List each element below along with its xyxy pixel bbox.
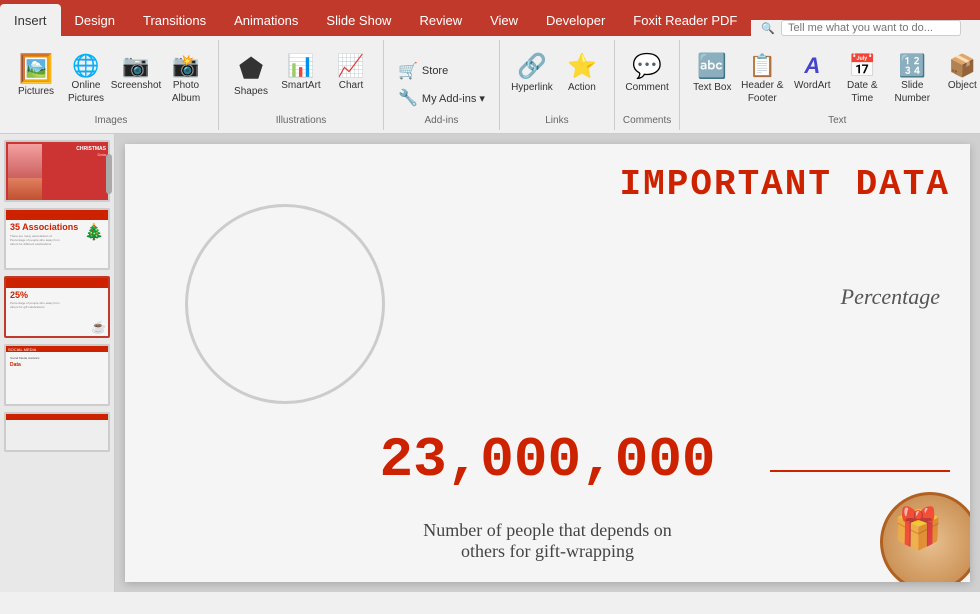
my-addins-icon: 🔧 (398, 88, 418, 108)
ribbon-group-images: 🖼️ Pictures 🌐 Online Pictures 📷 Screensh… (4, 40, 219, 130)
pictures-button[interactable]: 🖼️ Pictures (12, 51, 60, 111)
text-group-label: Text (828, 115, 846, 126)
slide-percentage: Percentage (841, 284, 940, 310)
textbox-icon: 🔤 (697, 55, 727, 79)
my-addins-label: My Add-ins ▾ (422, 92, 485, 105)
chart-label: Chart (339, 79, 363, 92)
slide-number: 23,000,000 (379, 428, 715, 492)
slide-content: IMPORTANT DATA Percentage 23,000,000 Num… (125, 144, 970, 582)
comment-button[interactable]: 💬 Comment (623, 51, 671, 111)
slide-circle (185, 204, 385, 404)
store-icon: 🛒 (398, 61, 418, 81)
wordart-label: WordArt (794, 79, 831, 92)
photo-album-label: Photo Album (164, 79, 208, 105)
slide-thumb-4[interactable]: SOCIAL MEDIA Social Media statistics Dat… (4, 344, 110, 406)
images-group-label: Images (95, 115, 128, 126)
hyperlink-icon: 🔗 (517, 55, 547, 79)
slides-scrollbar[interactable] (106, 134, 112, 592)
ribbon-group-text: 🔤 Text Box 📋 Header & Footer A WordArt 📅… (680, 40, 980, 130)
store-label: Store (422, 65, 448, 77)
comment-icon: 💬 (632, 55, 662, 79)
shapes-button[interactable]: ⬟ Shapes (227, 51, 275, 111)
smartart-icon: 📊 (287, 55, 314, 77)
ribbon: 🖼️ Pictures 🌐 Online Pictures 📷 Screensh… (0, 36, 980, 134)
date-time-icon: 📅 (849, 55, 876, 77)
textbox-button[interactable]: 🔤 Text Box (688, 51, 736, 111)
wordart-icon: A (804, 55, 820, 77)
store-button[interactable]: 🛒 Store (392, 58, 491, 84)
slide-canvas: IMPORTANT DATA Percentage 23,000,000 Num… (115, 134, 980, 592)
illustrations-group-label: Illustrations (276, 115, 327, 126)
main-area: CHRISTMAS Data 35 Associations There are… (0, 134, 980, 592)
tab-transitions[interactable]: Transitions (129, 4, 220, 36)
tab-design[interactable]: Design (61, 4, 129, 36)
tab-bar: Insert Design Transitions Animations Sli… (0, 0, 980, 36)
screenshot-label: Screenshot (111, 79, 162, 92)
online-pictures-button[interactable]: 🌐 Online Pictures (62, 51, 110, 111)
header-footer-button[interactable]: 📋 Header & Footer (738, 51, 786, 111)
slide-number-label: Slide Number (890, 79, 934, 105)
hyperlink-button[interactable]: 🔗 Hyperlink (508, 51, 556, 111)
ribbon-group-comments: 💬 Comment Comments (615, 40, 680, 130)
links-group-label: Links (545, 115, 568, 126)
photo-album-button[interactable]: 📸 Photo Album (162, 51, 210, 111)
smartart-button[interactable]: 📊 SmartArt (277, 51, 325, 111)
date-time-label: Date & Time (840, 79, 884, 105)
slide-thumb-3[interactable]: 25% Percentage of people who away fromot… (4, 276, 110, 338)
screenshot-button[interactable]: 📷 Screenshot (112, 51, 160, 111)
tab-developer[interactable]: Developer (532, 4, 619, 36)
pictures-icon: 🖼️ (19, 55, 54, 83)
pictures-label: Pictures (18, 85, 54, 98)
slide-decorative: 🎁 (850, 462, 970, 582)
action-label: Action (568, 81, 596, 94)
textbox-label: Text Box (693, 81, 731, 94)
slide-thumb-1[interactable]: CHRISTMAS Data (4, 140, 110, 202)
tab-review[interactable]: Review (405, 4, 476, 36)
slide-number-button[interactable]: 🔢 Slide Number (888, 51, 936, 111)
decorative-circle: 🎁 (880, 492, 970, 582)
tab-view[interactable]: View (476, 4, 532, 36)
object-button[interactable]: 📦 Object (938, 51, 980, 111)
slide-number-icon: 🔢 (899, 55, 926, 77)
slide-description: Number of people that depends on others … (423, 520, 671, 562)
online-pictures-icon: 🌐 (72, 55, 99, 77)
action-button[interactable]: ⭐ Action (558, 51, 606, 111)
header-footer-label: Header & Footer (740, 79, 784, 105)
object-icon: 📦 (949, 55, 976, 77)
tab-insert[interactable]: Insert (0, 4, 61, 36)
ribbon-group-links: 🔗 Hyperlink ⭐ Action Links (500, 40, 615, 130)
online-pictures-label: Online Pictures (64, 79, 108, 105)
thumb1-photo (8, 144, 42, 200)
chart-button[interactable]: 📈 Chart (327, 51, 375, 111)
slide-thumb-2[interactable]: 35 Associations There are many associati… (4, 208, 110, 270)
slide-title: IMPORTANT DATA (620, 164, 950, 205)
hyperlink-label: Hyperlink (511, 81, 553, 94)
shapes-icon: ⬟ (239, 55, 263, 83)
tell-me-input[interactable] (781, 20, 961, 36)
chart-icon: 📈 (337, 55, 364, 77)
ribbon-group-addins: 🛒 Store 🔧 My Add-ins ▾ Add-ins (384, 40, 500, 130)
my-addins-button[interactable]: 🔧 My Add-ins ▾ (392, 85, 491, 111)
comment-label: Comment (625, 81, 668, 94)
object-label: Object (948, 79, 977, 92)
action-icon: ⭐ (567, 55, 597, 79)
slides-panel: CHRISTMAS Data 35 Associations There are… (0, 134, 115, 592)
wordart-button[interactable]: A WordArt (788, 51, 836, 111)
shapes-label: Shapes (234, 85, 268, 98)
photo-album-icon: 📸 (172, 55, 199, 77)
addins-group-label: Add-ins (425, 115, 459, 126)
tab-animations[interactable]: Animations (220, 4, 312, 36)
header-footer-icon: 📋 (749, 55, 776, 77)
date-time-button[interactable]: 📅 Date & Time (838, 51, 886, 111)
thumb1-text: CHRISTMAS Data (76, 146, 106, 157)
tab-foxit[interactable]: Foxit Reader PDF (619, 4, 751, 36)
slide-thumb-5[interactable] (4, 412, 110, 452)
tab-slideshow[interactable]: Slide Show (312, 4, 405, 36)
comments-group-label: Comments (623, 115, 671, 126)
ribbon-group-illustrations: ⬟ Shapes 📊 SmartArt 📈 Chart Illustration… (219, 40, 384, 130)
smartart-label: SmartArt (281, 79, 320, 92)
screenshot-icon: 📷 (122, 55, 149, 77)
